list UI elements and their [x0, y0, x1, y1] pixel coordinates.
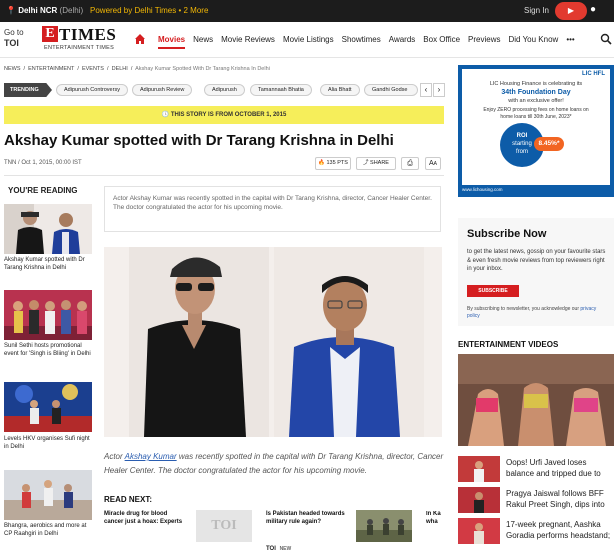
youre-reading-heading: YOU'RE READING — [8, 186, 78, 195]
lic-housing-ad[interactable]: LIC HFL LIC Housing Finance is celebrati… — [458, 65, 614, 197]
side-story-image — [4, 470, 92, 520]
etimes-logo[interactable]: E TIMES ENTERTAINMENT TIMES — [42, 25, 120, 54]
video-item[interactable]: 17-week pregnant, Aashka Goradia perform… — [458, 518, 614, 544]
side-story-title: Akshay Kumar spotted with Dr Tarang Kris… — [4, 257, 85, 271]
trending-label: TRENDING — [4, 83, 52, 97]
home-icon[interactable] — [134, 33, 146, 45]
print-icon[interactable]: ⎙ — [401, 157, 419, 170]
read-next-title[interactable]: In Ka wha — [426, 511, 446, 526]
ad-line1: LIC Housing Finance is celebrating its — [489, 81, 583, 87]
ad-line4: Enjoy ZERO processing fees on home loans… — [483, 107, 589, 113]
article-main-image — [104, 247, 442, 437]
top-bar: 📍 Delhi NCR (Delhi) Powered by Delhi Tim… — [0, 0, 614, 22]
trending-chip[interactable]: Adipurush Review — [132, 84, 193, 96]
breadcrumb-events[interactable]: EVENTS — [82, 66, 104, 72]
side-story-image — [4, 382, 92, 432]
read-next-title[interactable]: Miracle drug for blood cancer just a hoa… — [104, 511, 186, 526]
side-story-card[interactable]: Sunil Sethi hosts promotional event for … — [4, 290, 92, 370]
side-story-card[interactable]: Bhangra, aerobics and more at CP Raahgir… — [4, 470, 92, 546]
trending-chip[interactable]: Gandhi Godse — [364, 84, 418, 96]
go-to-toi-link[interactable]: Go to TOI — [4, 28, 34, 49]
more-menu-icon[interactable]: ••• — [566, 35, 574, 44]
read-next-thumb[interactable] — [356, 510, 412, 542]
article-summary: Actor Akshay Kumar was recently spotted … — [104, 186, 441, 232]
read-next-thumb[interactable]: TOI — [196, 510, 252, 542]
breadcrumb-entertainment[interactable]: ENTERTAINMENT — [28, 66, 74, 72]
side-story-title: Sunil Sethi hosts promotional event for … — [4, 343, 91, 357]
article-photo — [104, 247, 442, 437]
video-item-title: Pragya Jaiswal follows BFF Rakul Preet S… — [506, 489, 605, 509]
entertainment-videos-heading: ENTERTAINMENT VIDEOS — [458, 340, 559, 349]
chevron-left-icon[interactable]: ‹ — [420, 83, 432, 97]
side-story-image — [4, 204, 92, 254]
powered-by-link[interactable]: Powered by Delhi Times • 2 More — [90, 6, 208, 15]
side-story-card[interactable]: Levels HKV organises Sufi night in Delhi — [4, 382, 92, 454]
breadcrumb-current: Akshay Kumar Spotted With Dr Tarang Kris… — [135, 66, 270, 72]
page: { "topbar": {"location": "Delhi NCR", "l… — [0, 0, 614, 554]
breadcrumb-delhi[interactable]: DELHI — [112, 66, 128, 72]
ad-line5: home loans till 30th June, 2023* — [500, 114, 572, 120]
video-item[interactable]: Pragya Jaiswal follows BFF Rakul Preet S… — [458, 487, 614, 513]
app-play-icon[interactable]: ▶ — [555, 2, 587, 20]
subscribe-consent: By subscribing to newsletter, you acknow… — [467, 306, 597, 319]
subscribe-heading: Subscribe Now — [467, 228, 547, 240]
main-nav: Movies News Movie Reviews Movie Listings Sho… — [158, 35, 583, 49]
akshay-kumar-link[interactable]: Akshay Kumar — [125, 452, 177, 461]
video-item-title: Oops! Urfi Javed loses balance and tripp… — [506, 458, 601, 478]
nav-did-you-know[interactable]: Did You Know — [509, 35, 559, 44]
ad-footer: www.lichousing.com — [462, 187, 503, 192]
trending-chip[interactable]: Adipurush Controversy — [56, 84, 128, 96]
article-title: Akshay Kumar spotted with Dr Tarang Kris… — [4, 132, 394, 149]
breadcrumb-news[interactable]: NEWS — [4, 66, 21, 72]
side-story-image — [4, 290, 92, 340]
side-story-card[interactable]: Akshay Kumar spotted with Dr Tarang Kris… — [4, 204, 92, 276]
trending-chip[interactable]: Alia Bhatt — [320, 84, 360, 96]
trending-chip[interactable]: Tamannaah Bhatia — [250, 84, 312, 96]
side-story-title: Levels HKV organises Sufi night in Delhi — [4, 436, 90, 450]
apple-icon[interactable]: ● — [590, 4, 604, 18]
video-item-title: 17-week pregnant, Aashka Goradia perform… — [506, 520, 611, 540]
featured-video[interactable] — [458, 354, 614, 446]
article-meta: TNN / Oct 1, 2015, 00:00 IST — [4, 160, 82, 166]
subscribe-body: to get the latest news, gossip on your f… — [467, 249, 606, 272]
chevron-right-icon[interactable]: › — [433, 83, 445, 97]
video-item-thumbnail — [458, 487, 500, 513]
nav-movie-reviews[interactable]: Movie Reviews — [221, 35, 275, 44]
subscribe-panel: Subscribe Now to get the latest news, go… — [458, 218, 614, 326]
nav-box-office[interactable]: Box Office — [423, 35, 460, 44]
ad-line3: with an exclusive offer! — [508, 98, 564, 104]
breadcrumb: NEWS / ENTERTAINMENT / EVENTS / DELHI / … — [4, 66, 270, 72]
nav-awards[interactable]: Awards — [389, 35, 416, 44]
nav-showtimes[interactable]: Showtimes — [342, 35, 381, 44]
story-date-banner: 🕓 THIS STORY IS FROM OCTOBER 1, 2015 — [4, 106, 444, 124]
ad-line2: 34th Foundation Day — [501, 89, 571, 96]
points-badge[interactable]: 🔥 135 PTS — [315, 157, 351, 170]
read-next-title[interactable]: Is Pakistan headed towards military rule… — [266, 511, 350, 526]
location-selector[interactable]: 📍 Delhi NCR (Delhi) — [6, 6, 83, 15]
read-next-heading: READ NEXT: — [104, 495, 153, 504]
trending-chip[interactable]: Adipurush — [204, 84, 245, 96]
subscribe-button[interactable]: SUBSCRIBE — [467, 285, 519, 297]
nav-movie-listings[interactable]: Movie Listings — [283, 35, 334, 44]
side-story-title: Bhangra, aerobics and more at CP Raahgir… — [4, 523, 87, 537]
font-size-icon[interactable]: AA — [425, 157, 441, 170]
sign-in-link[interactable]: Sign In — [524, 6, 549, 15]
nav-movies[interactable]: Movies — [158, 35, 186, 49]
site-header: Go to TOI E TIMES ENTERTAINMENT TIMES Mo… — [0, 22, 614, 58]
ad-brand: LIC HFL — [582, 71, 605, 77]
nav-previews[interactable]: Previews — [468, 35, 500, 44]
trending-bar: TRENDING Adipurush Controversy Adipurush… — [4, 83, 445, 97]
share-button[interactable]: ⤴ SHARE — [356, 157, 396, 170]
ad-rate: 8.45%* — [534, 137, 564, 151]
video-item[interactable]: Oops! Urfi Javed loses balance and tripp… — [458, 456, 614, 482]
video-item-thumbnail — [458, 456, 500, 482]
read-next-source-tag: TOI NEW — [266, 546, 292, 552]
divider — [4, 175, 444, 176]
article-caption: Actor Akshay Kumar was recently spotted … — [104, 452, 444, 475]
search-icon[interactable] — [600, 33, 612, 45]
nav-news[interactable]: News — [193, 35, 213, 44]
featured-video-thumbnail — [458, 354, 614, 446]
video-item-thumbnail — [458, 518, 500, 544]
